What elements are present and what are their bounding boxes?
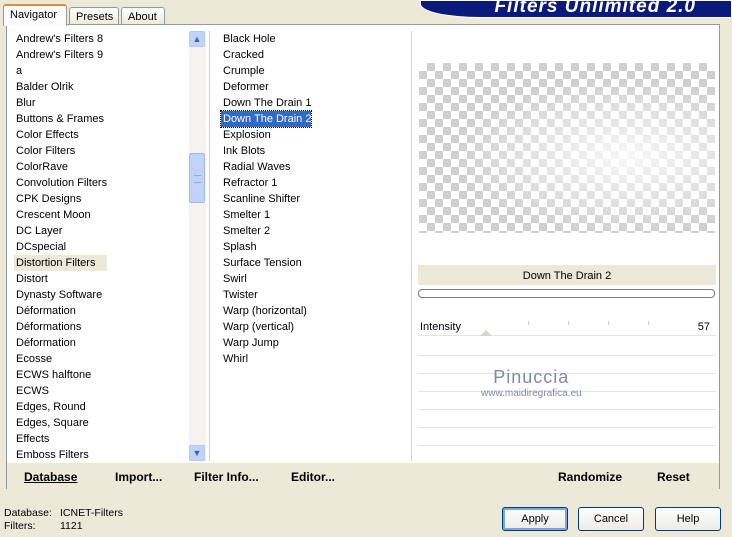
filter-list[interactable]: Black Hole Cracked Crumple Deformer Down The… (219, 31, 313, 367)
filter-list-item[interactable]: Scanline Shifter (221, 191, 311, 207)
help-button[interactable]: Help (655, 507, 721, 531)
slider-tick (648, 321, 649, 325)
tab-about[interactable]: About (121, 7, 165, 25)
filter-list-item[interactable]: Smelter 2 (221, 223, 311, 239)
category-list-item[interactable]: Color Effects (14, 127, 107, 143)
watermark-name: Pinuccia (493, 367, 570, 387)
category-list-item[interactable]: a (14, 63, 107, 79)
category-list-item[interactable]: Andrew's Filters 8 (14, 31, 107, 47)
import-button[interactable]: Import... (115, 470, 162, 484)
bottom-button-bar: Database Import... Filter Info... Editor… (7, 463, 719, 489)
filter-list-item[interactable]: Ink Blots (221, 143, 311, 159)
category-list-item[interactable]: Edges, Square (14, 415, 107, 431)
param-value: 57 (697, 321, 710, 333)
slider-tick (608, 321, 609, 325)
filter-list-item[interactable]: Deformer (221, 79, 311, 95)
scroll-up-button[interactable]: ▲ (189, 31, 205, 47)
preview-divider (411, 31, 412, 461)
watermark: Pinuccia www.maidiregrafica.eu (481, 367, 582, 399)
filters-count: 1121 (60, 520, 83, 532)
filter-list-item[interactable]: Down The Drain 1 (221, 95, 311, 111)
category-list[interactable]: Andrew's Filters 8 Andrew's Filters 9 a Bal… (14, 31, 108, 463)
scroll-thumb[interactable] (189, 153, 205, 203)
list-divider (209, 31, 210, 461)
filter-list-item[interactable]: Cracked (221, 47, 311, 63)
filter-list-item[interactable]: Swirl (221, 271, 311, 287)
category-list-item[interactable]: Emboss Filters (14, 447, 107, 463)
navigator-panel: Andrew's Filters 8 Andrew's Filters 9 a Bal… (6, 24, 720, 489)
category-list-item[interactable]: Blur (14, 95, 107, 111)
database-value: ICNET-Filters (60, 507, 123, 519)
tab-navigator[interactable]: Navigator (3, 4, 67, 26)
param-row-intensity[interactable]: Intensity 57 (418, 321, 716, 336)
filters-unlimited-banner: Filters Unlimited 2.0 (420, 0, 732, 18)
filter-list-item[interactable]: Whirl (221, 351, 311, 367)
filter-list-item[interactable]: Refractor 1 (221, 175, 311, 191)
progress-bar (418, 289, 715, 298)
category-list-item[interactable]: ECWS (14, 383, 107, 399)
filter-list-item[interactable]: Warp (horizontal) (221, 303, 311, 319)
param-row-empty (418, 431, 716, 446)
filter-list-item[interactable]: Crumple (221, 63, 311, 79)
category-list-item[interactable]: CPK Designs (14, 191, 107, 207)
category-list-item[interactable]: Déformations (14, 319, 107, 335)
param-row-empty (418, 341, 716, 356)
category-scrollbar[interactable]: ▲ ▼ (189, 31, 206, 461)
category-list-item[interactable]: DC Layer (14, 223, 107, 239)
category-list-item[interactable]: Ecosse (14, 351, 107, 367)
banner-title: Filters Unlimited 2.0 (494, 0, 696, 17)
category-list-item[interactable]: Effects (14, 431, 107, 447)
filter-list-item[interactable]: Smelter 1 (221, 207, 311, 223)
filter-list-item[interactable]: Down The Drain 2 (219, 110, 313, 128)
watermark-url: www.maidiregrafica.eu (481, 388, 582, 399)
filter-list-item[interactable]: Splash (221, 239, 311, 255)
category-list-item[interactable]: Distortion Filters (14, 255, 108, 271)
tab-presets[interactable]: Presets (69, 7, 119, 25)
database-button[interactable]: Database (24, 470, 77, 484)
category-list-item[interactable]: Crescent Moon (14, 207, 107, 223)
category-list-item[interactable]: Déformation (14, 335, 107, 351)
preview-effect (419, 63, 715, 233)
randomize-button[interactable]: Randomize (558, 470, 622, 484)
filter-list-item[interactable]: Twister (221, 287, 311, 303)
category-list-item[interactable]: Andrew's Filters 9 (14, 47, 107, 63)
category-list-item[interactable]: Balder Olrik (14, 79, 107, 95)
category-list-item[interactable]: ColorRave (14, 159, 107, 175)
filter-list-item[interactable]: Warp Jump (221, 335, 311, 351)
category-list-item[interactable]: Distort (14, 271, 107, 287)
category-list-item[interactable]: Convolution Filters (14, 175, 107, 191)
param-label: Intensity (420, 321, 461, 333)
slider-tick (528, 321, 529, 325)
param-row-empty (418, 413, 716, 428)
database-label: Database: (4, 507, 52, 519)
category-list-item[interactable]: DCspecial (14, 239, 107, 255)
editor-button[interactable]: Editor... (291, 470, 335, 484)
filter-list-item[interactable]: Explosion (221, 127, 311, 143)
filters-label: Filters: (4, 520, 36, 532)
category-list-item[interactable]: Color Filters (14, 143, 107, 159)
cancel-button[interactable]: Cancel (578, 507, 644, 531)
scroll-down-button[interactable]: ▼ (189, 445, 205, 461)
preview-filter-name: Down The Drain 2 (418, 265, 716, 285)
status-info: Database: ICNET-Filters Filters: 1121 (4, 507, 123, 533)
category-list-item[interactable]: ECWS halftone (14, 367, 107, 383)
category-list-item[interactable]: Dynasty Software (14, 287, 107, 303)
reset-button[interactable]: Reset (657, 470, 690, 484)
category-list-item[interactable]: Buttons & Frames (14, 111, 107, 127)
filter-list-item[interactable]: Radial Waves (221, 159, 311, 175)
category-list-item[interactable]: Déformation (14, 303, 107, 319)
slider-tick (568, 321, 569, 325)
filter-list-item[interactable]: Warp (vertical) (221, 319, 311, 335)
apply-button[interactable]: Apply (502, 507, 568, 531)
param-row-empty (418, 449, 716, 464)
filter-list-item[interactable]: Black Hole (221, 31, 311, 47)
filter-info-button[interactable]: Filter Info... (194, 470, 259, 484)
filter-list-item[interactable]: Surface Tension (221, 255, 311, 271)
slider-marker[interactable] (480, 330, 492, 336)
category-list-item[interactable]: Edges, Round (14, 399, 107, 415)
